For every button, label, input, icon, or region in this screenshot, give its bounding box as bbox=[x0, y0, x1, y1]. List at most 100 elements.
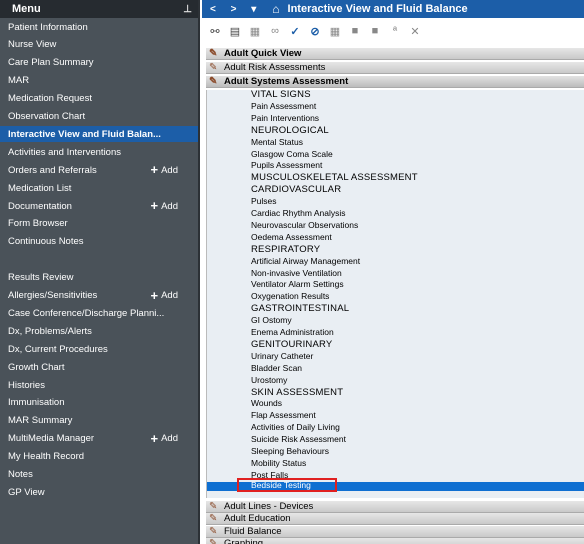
menu-item-label: Immunisation bbox=[8, 397, 65, 409]
check-icon[interactable]: ✓ bbox=[288, 25, 302, 38]
band-header[interactable]: ✎ Graphing bbox=[206, 538, 584, 544]
grid-icon[interactable]: ▤ bbox=[228, 25, 242, 38]
cancel-icon[interactable]: ⊘ bbox=[308, 25, 322, 38]
section-item[interactable]: Cardiac Rhythm Analysis bbox=[251, 209, 345, 218]
add-button[interactable]: + Add bbox=[151, 432, 199, 445]
pin-icon[interactable]: ⊥ bbox=[183, 4, 192, 15]
section-header[interactable]: GASTROINTESTINAL bbox=[251, 304, 349, 314]
block-icon[interactable]: ■ bbox=[348, 25, 362, 37]
menu-item-label: Form Browser bbox=[8, 218, 68, 230]
menu-item[interactable]: Medication Request bbox=[0, 91, 198, 107]
menu-item[interactable]: MAR Summary bbox=[0, 413, 198, 429]
band-icon: ✎ bbox=[209, 48, 218, 59]
menu-item[interactable]: My Health Record bbox=[0, 449, 198, 465]
section-item[interactable]: Ventilator Alarm Settings bbox=[251, 280, 344, 289]
link-icon[interactable]: ∞ bbox=[268, 25, 282, 37]
home-icon[interactable]: ⌂ bbox=[272, 2, 279, 16]
menu-item-label: Allergies/Sensitivities bbox=[8, 290, 98, 301]
band-header[interactable]: ✎ Fluid Balance bbox=[206, 525, 584, 538]
abc-icon[interactable]: ª bbox=[388, 25, 402, 37]
menu-item-label: Patient Information bbox=[8, 21, 88, 33]
section-item[interactable]: Pupils Assessment bbox=[251, 161, 322, 170]
menu-item[interactable]: Patient Information bbox=[0, 19, 198, 35]
section-item[interactable]: Mental Status bbox=[251, 137, 303, 147]
section-item[interactable]: GI Ostomy bbox=[251, 316, 292, 325]
glasses-icon[interactable]: ⚯ bbox=[208, 25, 222, 38]
menu-item[interactable]: Continuous Notes bbox=[0, 234, 198, 250]
section-item[interactable]: Glasgow Coma Scale bbox=[251, 149, 333, 159]
band-header[interactable]: ✎ Adult Systems Assessment bbox=[206, 76, 584, 88]
section-item[interactable]: Neurovascular Observations bbox=[251, 220, 358, 230]
menu-item[interactable]: Results Review bbox=[0, 270, 198, 286]
menu-item[interactable]: Observation Chart bbox=[0, 109, 198, 125]
menu-item[interactable]: Form Browser bbox=[0, 216, 198, 232]
section-item[interactable]: Sleeping Behaviours bbox=[251, 447, 329, 456]
section-item[interactable]: Wounds bbox=[251, 399, 282, 408]
section-header[interactable]: VITAL SIGNS bbox=[251, 90, 311, 100]
section-item[interactable]: Pain Assessment bbox=[251, 101, 316, 111]
menu-item[interactable]: Interactive View and Fluid Balan... bbox=[0, 126, 198, 143]
band-area: ✎ Adult Quick View ✎ Adult Risk Assessments… bbox=[206, 46, 584, 544]
menu-item[interactable]: Dx, Current Procedures bbox=[0, 341, 198, 357]
menu-item-label: Histories bbox=[8, 379, 45, 391]
section-item[interactable]: Enema Administration bbox=[251, 328, 334, 337]
menu-item[interactable]: Dx, Problems/Alerts bbox=[0, 323, 198, 339]
section-item[interactable]: Activities of Daily Living bbox=[251, 423, 340, 432]
section-item[interactable]: Oxygenation Results bbox=[251, 292, 329, 301]
add-label: Add bbox=[161, 200, 178, 212]
add-button[interactable]: + Add bbox=[151, 163, 199, 176]
block2-icon[interactable]: ■ bbox=[368, 25, 382, 37]
section-item[interactable]: Suicide Risk Assessment bbox=[251, 435, 346, 444]
band-header[interactable]: ✎ Adult Quick View bbox=[206, 48, 584, 60]
menu-item-label: Care Plan Summary bbox=[8, 57, 94, 69]
close-icon[interactable]: ✕ bbox=[408, 25, 422, 38]
section-header[interactable]: NEUROLOGICAL bbox=[251, 125, 329, 135]
section-header[interactable]: SKIN ASSESSMENT bbox=[251, 387, 343, 397]
section-list: VITAL SIGNS Pain Assessment Pain Intervent… bbox=[206, 90, 584, 498]
menu-item[interactable]: Notes bbox=[0, 467, 198, 483]
highlight-box bbox=[237, 478, 337, 492]
menu-item[interactable]: Care Plan Summary bbox=[0, 55, 198, 71]
menu-item[interactable]: Immunisation bbox=[0, 395, 198, 411]
section-header[interactable]: RESPIRATORY bbox=[251, 244, 320, 254]
menu-item-label: Documentation bbox=[8, 200, 72, 212]
nav-controls[interactable]: < > ▾ bbox=[210, 4, 262, 15]
menu-item[interactable]: Activities and Interventions bbox=[0, 144, 198, 160]
add-button[interactable]: + Add bbox=[151, 199, 199, 212]
section-item[interactable]: Bladder Scan bbox=[251, 363, 302, 373]
band-header[interactable]: ✎ Adult Education bbox=[206, 513, 584, 526]
menu-item[interactable]: Documentation + Add bbox=[0, 198, 198, 214]
menu-item[interactable]: Histories bbox=[0, 377, 198, 393]
section-item[interactable]: Urinary Catheter bbox=[251, 351, 313, 361]
menu-item[interactable]: MAR bbox=[0, 73, 198, 89]
menu-item[interactable]: Nurse View bbox=[0, 37, 198, 53]
section-item[interactable]: Pain Interventions bbox=[251, 113, 319, 123]
band-icon: ✎ bbox=[209, 513, 218, 525]
band-header[interactable]: ✎ Adult Risk Assessments bbox=[206, 62, 584, 74]
section-header[interactable]: MUSCULOSKELETAL ASSESSMENT bbox=[251, 173, 418, 183]
table-icon[interactable]: ▦ bbox=[328, 25, 342, 38]
section-item[interactable]: Artificial Airway Management bbox=[251, 256, 360, 266]
section-item[interactable]: Non-invasive Ventilation bbox=[251, 268, 342, 278]
menu-item-label: Results Review bbox=[8, 272, 74, 284]
band-label: Adult Systems Assessment bbox=[224, 76, 349, 87]
menu-item[interactable]: MultiMedia Manager + Add bbox=[0, 431, 198, 447]
menu-item[interactable]: Allergies/Sensitivities + Add bbox=[0, 288, 198, 304]
section-item[interactable]: Urostomy bbox=[251, 375, 287, 385]
menu-item[interactable]: Growth Chart bbox=[0, 359, 198, 375]
menu-item[interactable]: Orders and Referrals + Add bbox=[0, 162, 198, 178]
section-item[interactable]: Oedema Assessment bbox=[251, 232, 332, 242]
menu-item-label: Notes bbox=[8, 469, 33, 480]
list-icon[interactable]: ▦ bbox=[248, 25, 262, 38]
menu-item[interactable]: GP View bbox=[0, 484, 198, 500]
section-item[interactable]: Flap Assessment bbox=[251, 411, 316, 420]
menu-item-label: Observation Chart bbox=[8, 111, 86, 122]
menu-item[interactable]: Medication List bbox=[0, 180, 198, 196]
section-header[interactable]: CARDIOVASCULAR bbox=[251, 185, 341, 195]
menu-item[interactable]: Case Conference/Discharge Planni... bbox=[0, 305, 198, 321]
section-item[interactable]: Mobility Status bbox=[251, 458, 306, 468]
section-item[interactable]: Pulses bbox=[251, 197, 277, 206]
section-header[interactable]: GENITOURINARY bbox=[251, 340, 332, 350]
add-button[interactable]: + Add bbox=[151, 289, 199, 302]
band-header[interactable]: ✎ Adult Lines - Devices bbox=[206, 501, 584, 513]
